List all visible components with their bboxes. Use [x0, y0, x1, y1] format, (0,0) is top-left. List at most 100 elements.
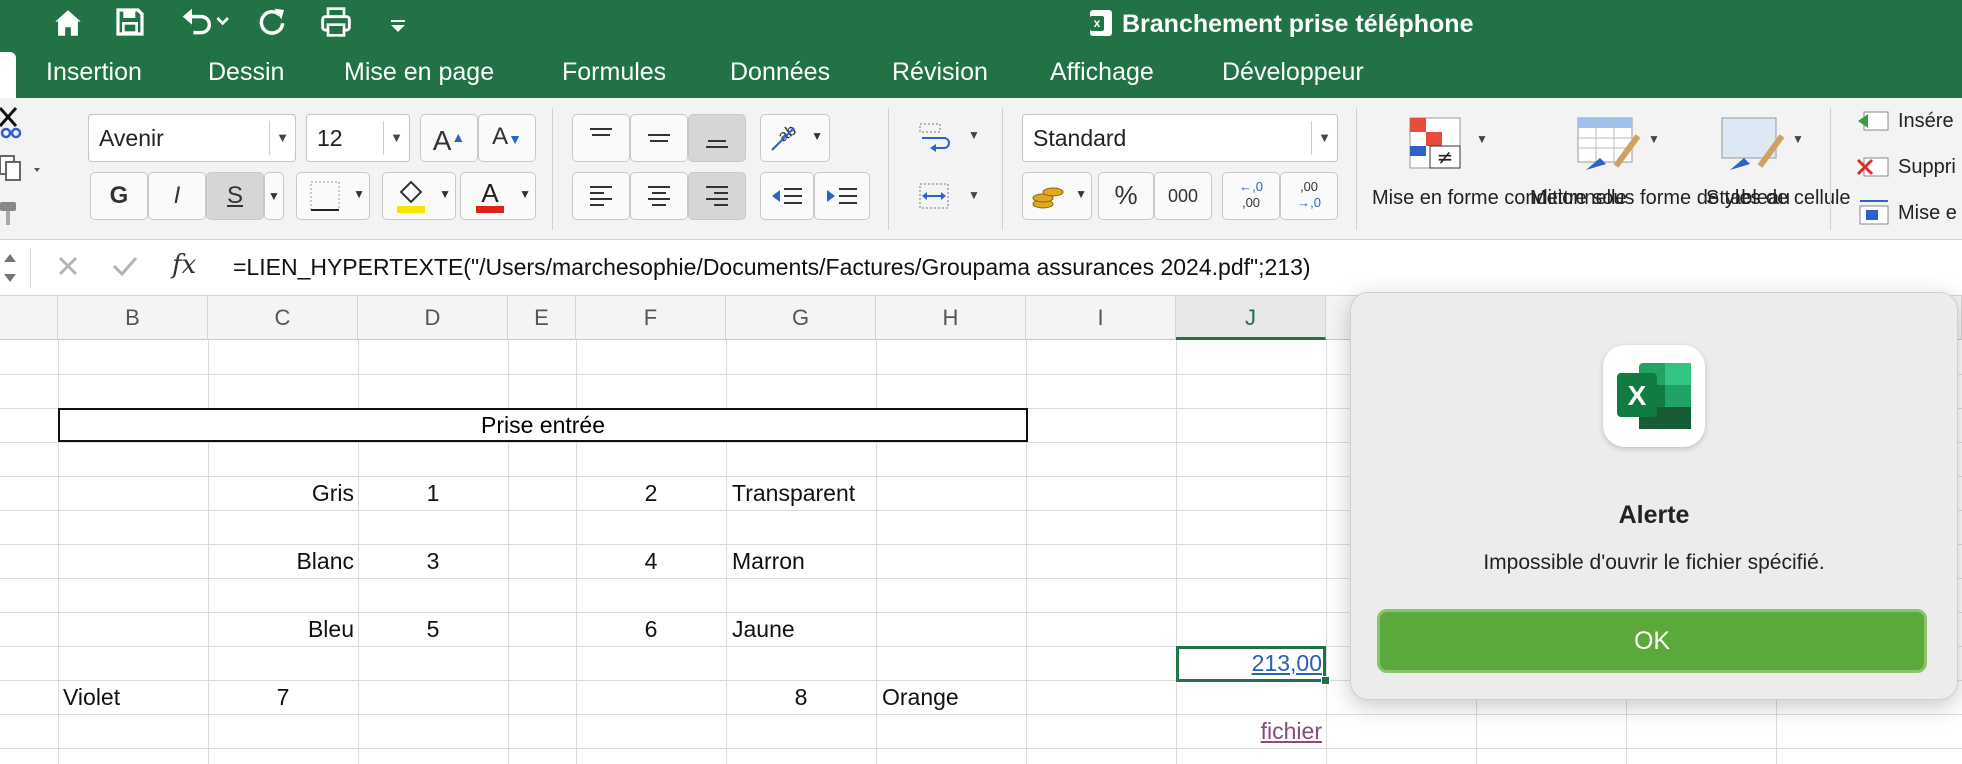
cancel-icon[interactable] [54, 252, 82, 285]
tab-insertion[interactable]: Insertion [46, 56, 142, 88]
increase-decimal-button[interactable]: ←,0 ,00 [1222, 172, 1280, 220]
tab-donnees[interactable]: Données [730, 56, 830, 88]
align-top-button[interactable] [572, 114, 630, 162]
italic-button[interactable]: I [148, 172, 206, 220]
font-size-select[interactable]: 12 ▼ [306, 114, 410, 162]
save-icon[interactable] [110, 6, 150, 42]
tab-formules[interactable]: Formules [562, 56, 666, 88]
align-middle-button[interactable] [630, 114, 688, 162]
tab-affichage[interactable]: Affichage [1050, 56, 1154, 88]
cell-f-6[interactable]: 6 [576, 615, 726, 643]
align-left-button[interactable] [572, 172, 630, 220]
tab-revision[interactable]: Révision [892, 56, 988, 88]
underline-button[interactable]: S [206, 172, 264, 220]
column-header-c[interactable]: C [208, 296, 358, 340]
cell-f-2[interactable]: 2 [576, 479, 726, 507]
increase-indent-button[interactable] [814, 172, 870, 220]
ribbon-separator [888, 108, 889, 230]
merge-center-button[interactable]: ▼ [916, 178, 986, 218]
conditional-formatting-label[interactable]: Mise en forme conditionnelle [1372, 186, 1627, 210]
col-line [1176, 340, 1177, 764]
font-color-button[interactable]: A ▼ [460, 172, 536, 220]
thousands-separator-button[interactable]: 000 [1154, 172, 1212, 220]
number-format-select[interactable]: Standard ▼ [1022, 114, 1338, 162]
cell-styles-label[interactable]: Styles de cellule [1706, 186, 1851, 210]
percent-button[interactable]: % [1098, 172, 1154, 220]
underline-options-button[interactable]: ▼ [264, 172, 284, 220]
merged-title-cell[interactable]: Prise entrée [58, 408, 1028, 442]
cut-icon[interactable] [0, 106, 22, 145]
document-title: Branchement prise téléphone [1090, 8, 1473, 40]
column-header-g[interactable]: G [726, 296, 876, 340]
hyperlink-cell-213[interactable]: 213,00 [1176, 649, 1322, 677]
confirm-icon[interactable] [110, 252, 140, 285]
formula-input[interactable]: =LIEN_HYPERTEXTE("/Users/marchesophie/Do… [233, 253, 1311, 281]
orientation-button[interactable]: ab ▼ [760, 114, 830, 162]
cell-styles-icon[interactable]: ▼ [1720, 116, 1804, 176]
cell-c-bleu[interactable]: Bleu [208, 615, 354, 643]
cell-g-8[interactable]: 8 [726, 683, 876, 711]
customize-icon[interactable] [384, 6, 412, 42]
cell-g-transparent[interactable]: Transparent [732, 479, 855, 507]
bold-button[interactable]: G [90, 172, 148, 220]
redo-icon[interactable] [252, 6, 292, 42]
tab-home-active[interactable] [0, 52, 16, 98]
align-bottom-button[interactable] [688, 114, 746, 162]
cell-c-gris[interactable]: Gris [208, 479, 354, 507]
column-header-j[interactable]: J [1176, 296, 1326, 340]
font-name-select[interactable]: Avenir ▼ [88, 114, 296, 162]
fill-handle[interactable] [1321, 676, 1330, 685]
excel-app-icon: X [1603, 345, 1705, 447]
insert-cells-label[interactable]: Insére [1898, 110, 1954, 133]
cell-c-7[interactable]: 7 [208, 683, 358, 711]
cell-g-jaune[interactable]: Jaune [732, 615, 795, 643]
tab-mise-en-page[interactable]: Mise en page [344, 56, 494, 88]
fill-color-button[interactable]: ▼ [382, 172, 456, 220]
format-painter-icon[interactable] [0, 198, 22, 233]
align-right-button[interactable] [688, 172, 746, 220]
column-header-d[interactable]: D [358, 296, 508, 340]
cell-c-blanc[interactable]: Blanc [208, 547, 354, 575]
print-icon[interactable] [316, 6, 356, 42]
format-cells-icon[interactable] [1856, 198, 1892, 231]
decrease-decimal-button[interactable]: ,00 →,0 [1280, 172, 1338, 220]
ok-button[interactable]: OK [1377, 609, 1927, 673]
column-header-b[interactable]: B [58, 296, 208, 340]
align-center-button[interactable] [630, 172, 688, 220]
chevron-down-icon: ▼ [269, 121, 295, 155]
cell-g-marron[interactable]: Marron [732, 547, 805, 575]
copy-icon[interactable] [0, 154, 44, 189]
conditional-formatting-icon[interactable]: ≠ ▼ [1408, 116, 1488, 176]
column-header-a[interactable] [0, 296, 58, 340]
delete-cells-icon[interactable] [1856, 154, 1892, 187]
decrease-font-size-button[interactable]: A▼ [478, 114, 536, 162]
format-cells-label[interactable]: Mise e [1898, 202, 1957, 225]
column-header-i[interactable]: I [1026, 296, 1176, 340]
column-header-h[interactable]: H [876, 296, 1026, 340]
insert-cells-icon[interactable] [1856, 108, 1892, 141]
column-header-e[interactable]: E [508, 296, 576, 340]
undo-icon[interactable] [174, 6, 234, 42]
borders-button[interactable]: ▼ [296, 172, 370, 220]
cell-d-3[interactable]: 3 [358, 547, 508, 575]
tab-developpeur[interactable]: Développeur [1222, 56, 1364, 88]
cell-f-4[interactable]: 4 [576, 547, 726, 575]
name-box-stepper[interactable] [0, 246, 22, 290]
cell-d-1[interactable]: 1 [358, 479, 508, 507]
format-as-table-icon[interactable]: ▼ [1576, 116, 1660, 176]
column-header-f[interactable]: F [576, 296, 726, 340]
decrease-indent-button[interactable] [760, 172, 814, 220]
cell-d-5[interactable]: 5 [358, 615, 508, 643]
dialog-message: Impossible d'ouvrir le fichier spécifié. [1483, 551, 1825, 574]
hyperlink-cell-fichier[interactable]: fichier [1176, 717, 1322, 745]
wrap-text-button[interactable]: ▼ [916, 118, 986, 158]
fx-icon[interactable]: fx [172, 250, 196, 280]
cell-h-orange[interactable]: Orange [882, 683, 959, 711]
increase-font-size-button[interactable]: A▲ [420, 114, 478, 162]
tab-dessin[interactable]: Dessin [208, 56, 284, 88]
cell-b-violet[interactable]: Violet [63, 683, 120, 711]
format-as-table-label[interactable]: Mettre sous forme de tableau [1530, 186, 1790, 210]
home-icon[interactable] [48, 6, 88, 42]
accounting-format-button[interactable]: ▼ [1022, 172, 1092, 220]
delete-cells-label[interactable]: Suppri [1898, 156, 1956, 179]
